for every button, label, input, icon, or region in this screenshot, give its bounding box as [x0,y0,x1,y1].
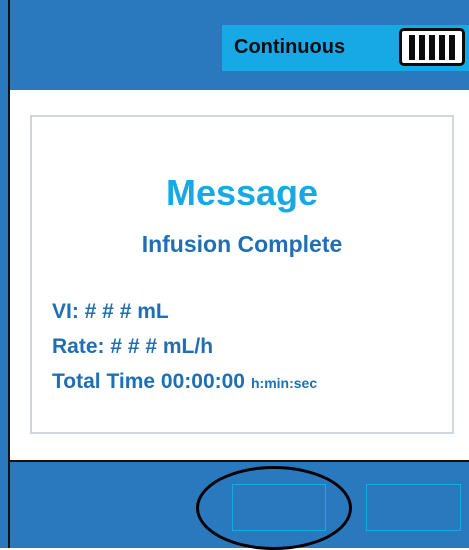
softkey-1[interactable] [232,484,326,531]
message-title: Message [165,172,319,213]
volume-infused-line: VI: # # # mL [52,300,169,323]
battery-bar [409,34,415,60]
screen-divider [8,460,469,462]
total-time-value: 00:00:00 [160,370,245,393]
message-subtitle: Infusion Complete [141,231,343,257]
total-time-unit: h:min:sec [250,375,318,391]
mode-badge: Continuous [222,25,469,71]
rate-line: Rate: # # # mL/h [52,335,214,358]
message-panel: Message Infusion Complete VI: # # # mL R… [30,115,454,434]
battery-bar [419,34,425,60]
mode-label: Continuous [234,36,346,58]
battery-bar [439,34,445,60]
total-time-line: Total Time 00:00:00 h:min:sec [52,370,317,394]
battery-bar [429,34,435,60]
battery-icon [399,28,465,66]
battery-bar [449,34,455,60]
softkey-2[interactable] [366,484,461,531]
display-screen: Message Infusion Complete VI: # # # mL R… [10,90,469,462]
total-time-label: Total Time [52,370,156,393]
pump-device-frame: Continuous Message Infusion Complete VI:… [0,0,469,550]
